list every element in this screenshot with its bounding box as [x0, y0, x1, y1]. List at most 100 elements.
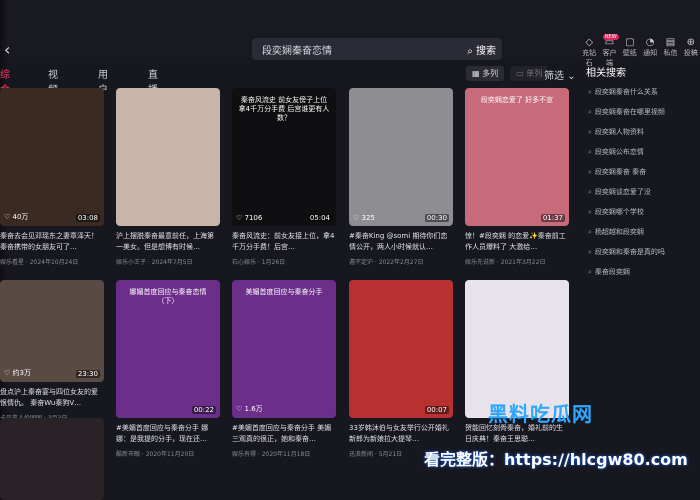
video-title[interactable]: 沪上摆脱秦奋最意前任，上海第一美女。但是想博有时候…	[116, 231, 220, 253]
video-thumbnail[interactable]: ♡ 40万 03:08	[0, 88, 104, 226]
wallpaper-icon[interactable]: ▢ 壁纸	[621, 38, 639, 60]
related-item[interactable]: ⌕ 段奕娴哪个学校	[580, 207, 700, 227]
video-thumbnail[interactable]	[116, 88, 220, 226]
video-title[interactable]: 秦奋风流史：前女友接上位，拿4千万分手费！后宫…	[232, 231, 336, 253]
duration-badge: 01:37	[540, 214, 565, 222]
video-card[interactable]: 美媚首度回应与秦奋分手 ♡ 1.6万 #美媚首度回应与秦奋分手 美媚三观真的很正…	[232, 280, 336, 458]
duration-badge: 00:07	[424, 406, 449, 414]
related-item[interactable]: ⌕ 段奕娴秦奋什么关系	[580, 87, 700, 107]
search-button[interactable]: ⌕ 搜索	[467, 42, 496, 57]
video-card[interactable]: ♡ 325 00:30 #秦奋King @somi 期待你们恋情公开，两人小时候…	[349, 88, 453, 266]
video-title[interactable]: 33岁韩沐伯与女友举行公开婚礼 新郎为新娘拉大提琴…	[349, 423, 453, 445]
search-icon: ⌕	[588, 248, 592, 256]
search-bar[interactable]: 段奕娴秦奋恋情 ⌕ 搜索	[252, 38, 502, 60]
video-title[interactable]: 盘点沪上秦奋宴与四位女友的爱恨情仇。 秦奋Wu秦狗V…	[0, 387, 104, 409]
likes-count: ♡ 约3万	[4, 369, 31, 377]
video-meta: 娱乐看星 · 2024年10月24日	[0, 259, 79, 266]
related-item-label: 段奕娴哪个学校	[594, 208, 644, 216]
related-item-label: 段奕娴公布恋情	[594, 148, 644, 156]
likes-count: ♡ 40万	[4, 213, 29, 221]
related-item[interactable]: ⌕ 段奕娴人物资料	[580, 127, 700, 147]
video-thumbnail[interactable]: 段奕娴恋爱了 好多不宣 01:37	[465, 88, 569, 226]
view-toggle: ▦ 多列 ▭ 单列	[466, 66, 549, 81]
video-title[interactable]: 秦奋去会见邓瑶东之妻章泽天！秦奋携带的女朋友可了…	[0, 231, 104, 253]
grid-view-button[interactable]: ▦ 多列	[466, 66, 505, 81]
likes-count: ♡ 7106	[236, 214, 263, 222]
video-thumbnail[interactable]: 00:07	[349, 280, 453, 418]
video-card[interactable]: 娜媚首度回应与秦奋恋情（下） 00:22 #美媚首度回应与秦奋分手 娜娜：是我提…	[116, 280, 220, 458]
related-item-label: 秦奋段奕娴	[594, 268, 630, 276]
search-icon: ⌕	[588, 128, 592, 136]
thumbnail-caption: 美媚首度回应与秦奋分手	[245, 288, 323, 296]
video-meta: 娱乐先说新 · 2021年3月22日	[465, 259, 546, 266]
video-meta: 石心娱乐 · 1月26日	[232, 259, 286, 266]
video-title[interactable]: #秦奋King @somi 期待你们恋情公开，两人小时候就认…	[349, 231, 453, 253]
video-title[interactable]: #美媚首度回应与秦奋分手 娜娜：是我提的分手，现在还…	[116, 423, 220, 445]
video-thumbnail[interactable]: ♡ 325 00:30	[349, 88, 453, 226]
top-icon-label: 投稿	[683, 49, 698, 57]
thumbnail-caption: 娜媚首度回应与秦奋恋情（下）	[129, 288, 207, 305]
video-title[interactable]: 惊！#段奕娴 的恋爱✨秦奋前工作人员爆料了 大激给…	[465, 231, 569, 253]
related-item-label: 段奕娴和秦奋是真的吗	[594, 248, 665, 256]
watermark-brand: 黑料吃瓜网	[488, 402, 593, 426]
video-meta: 遵不定沪 · 2022年2月27日	[349, 259, 424, 266]
related-item-label: 段奕娴秦奋 秦奋	[594, 168, 647, 176]
video-card[interactable]: ♡ 40万 03:08 秦奋去会见邓瑶东之妻章泽天！秦奋携带的女朋友可了… 娱乐…	[0, 88, 104, 266]
back-icon[interactable]: ‹	[4, 40, 10, 59]
video-thumbnail[interactable]: ♡ 约3万 23:30	[0, 280, 104, 382]
duration-badge: 03:08	[75, 214, 100, 222]
video-title[interactable]: #美媚首度回应与秦奋分手 美媚三观真的很正，她和秦奋…	[232, 423, 336, 445]
search-icon: ⌕	[588, 148, 592, 156]
video-meta: 娱乐小王子 · 2024年7月5日	[116, 259, 193, 266]
chevron-down-icon: ⌄	[567, 71, 576, 82]
video-card[interactable]	[0, 418, 104, 500]
search-icon: ⌕	[588, 168, 592, 176]
video-thumbnail[interactable]: 秦奋风流史 前女友傍子上位拿4千万分手费 后宫谁更有人数？ ♡ 7106 05:…	[232, 88, 336, 226]
related-item[interactable]: ⌕ 秦奋段奕娴	[580, 267, 700, 287]
video-card[interactable]: 秦奋风流史 前女友傍子上位拿4千万分手费 后宫谁更有人数？ ♡ 7106 05:…	[232, 88, 336, 266]
related-item[interactable]: ⌕ 段奕娴和秦奋是真的吗	[580, 247, 700, 267]
related-title: 相关搜索	[586, 68, 626, 79]
top-icon-label: 通知	[643, 49, 658, 57]
filter-label: 筛选	[544, 71, 564, 82]
search-icon: ⌕	[588, 208, 592, 216]
search-icon: ⌕	[467, 46, 473, 57]
download-icon[interactable]: NEW ▭ 客户端	[600, 34, 619, 67]
top-icons: ◇ 充钻石 NEW ▭ 客户端 ▢ 壁纸 ◔ 通知 ▤ 私信 ⊕ 投稿	[580, 34, 700, 68]
search-icon: ⌕	[588, 228, 592, 236]
video-thumbnail[interactable]: 美媚首度回应与秦奋分手 ♡ 1.6万	[232, 280, 336, 418]
related-item[interactable]: ⌕ 段奕娴公布恋情	[580, 147, 700, 167]
related-item-label: 段奕娴秦奋什么关系	[594, 88, 658, 96]
related-item[interactable]: ⌕ 杨超越和段奕娴	[580, 227, 700, 247]
related-item-label: 杨超越和段奕娴	[594, 228, 644, 236]
duration-badge: 05:04	[307, 214, 332, 222]
related-item[interactable]: ⌕ 段奕娴谈恋爱了没	[580, 187, 700, 207]
video-card[interactable]: 沪上摆脱秦奋最意前任，上海第一美女。但是想博有时候… 娱乐小王子 · 2024年…	[116, 88, 220, 266]
video-thumbnail[interactable]: 娜媚首度回应与秦奋恋情（下） 00:22	[116, 280, 220, 418]
search-icon: ⌕	[588, 188, 592, 196]
thumbnail-caption: 段奕娴恋爱了 好多不宣	[480, 96, 554, 104]
related-item-label: 段奕娴人物资料	[594, 128, 644, 136]
video-card[interactable]: 段奕娴恋爱了 好多不宣 01:37 惊！#段奕娴 的恋爱✨秦奋前工作人员爆料了 …	[465, 88, 569, 266]
upload-icon[interactable]: ⊕ 投稿	[682, 38, 700, 60]
search-icon: ⌕	[588, 108, 592, 116]
bell-icon[interactable]: ◔ 通知	[641, 38, 659, 60]
related-searches: 相关搜索 ⌕ 段奕娴秦奋什么关系 ⌕ 段奕娴秦奋在哪里视频 ⌕ 段奕娴人物资料 ⌕ 段奕…	[580, 64, 700, 287]
search-input[interactable]: 段奕娴秦奋恋情	[262, 42, 332, 57]
duration-badge: 23:30	[75, 370, 100, 378]
video-card[interactable]: ♡ 约3万 23:30 盘点沪上秦奋宴与四位女友的爱恨情仇。 秦奋Wu秦狗V… …	[0, 280, 104, 422]
video-meta: 酷新市眼 · 2020年11月20日	[116, 451, 195, 458]
single-view-button[interactable]: ▭ 单列	[510, 66, 549, 81]
video-card[interactable]: 00:07 33岁韩沐伯与女友举行公开婚礼 新郎为新娘拉大提琴… 迅浪新闻 · …	[349, 280, 453, 458]
filter-dropdown[interactable]: 筛选 ⌄	[544, 67, 576, 82]
search-icon: ⌕	[588, 268, 592, 276]
new-badge: NEW	[602, 34, 619, 40]
grid-view-label: 多列	[482, 69, 499, 78]
related-item[interactable]: ⌕ 段奕娴秦奋 秦奋	[580, 167, 700, 187]
related-item[interactable]: ⌕ 段奕娴秦奋在哪里视频	[580, 107, 700, 127]
likes-count: ♡ 1.6万	[236, 405, 263, 413]
likes-count: ♡ 325	[353, 214, 375, 222]
diamond-icon[interactable]: ◇ 充钻石	[580, 38, 598, 68]
message-icon[interactable]: ▤ 私信	[661, 38, 679, 60]
video-thumbnail[interactable]	[0, 418, 104, 500]
